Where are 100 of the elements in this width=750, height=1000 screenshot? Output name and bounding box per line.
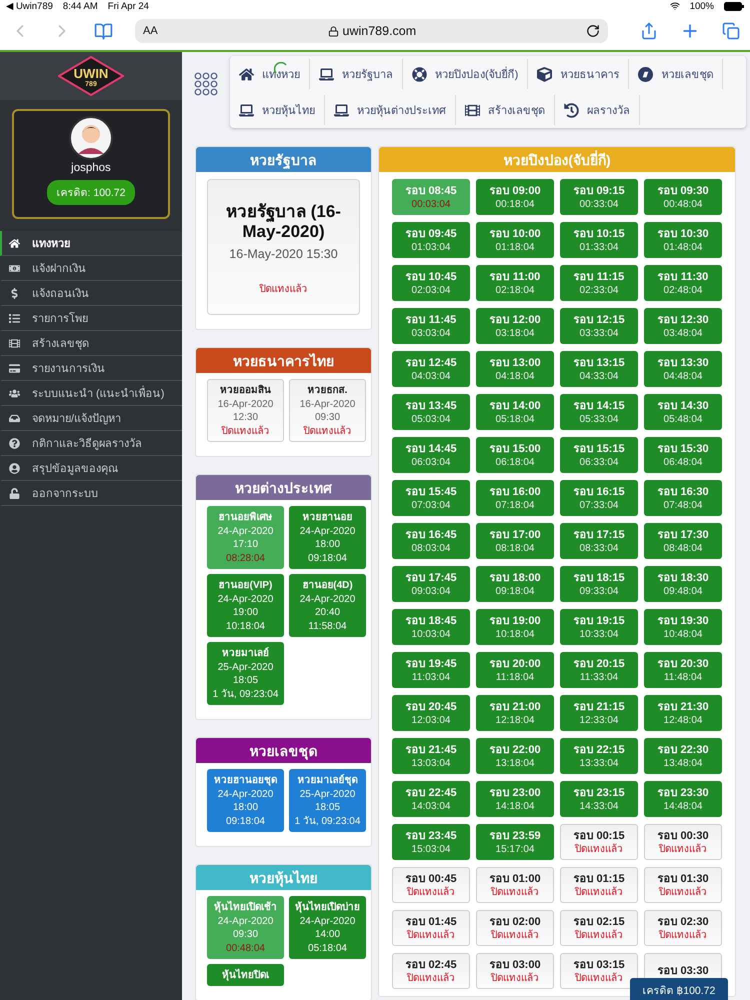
round-tile[interactable]: รอบ 11:00 02:18:04 (476, 265, 554, 301)
round-tile[interactable]: รอบ 10:45 02:03:04 (392, 265, 470, 301)
round-tile[interactable]: รอบ 20:45 12:03:04 (392, 695, 470, 731)
round-tile[interactable]: รอบ 20:15 11:33:04 (560, 652, 638, 688)
round-tile[interactable]: รอบ 14:45 06:03:04 (392, 437, 470, 473)
sidebar-item[interactable]: แจ้งฝากเงิน (0, 256, 182, 281)
round-tile[interactable]: รอบ 09:00 00:18:04 (476, 179, 554, 215)
bookmarks-icon[interactable] (94, 22, 113, 40)
round-tile[interactable]: รอบ 14:30 05:48:04 (644, 394, 722, 430)
round-tile[interactable]: รอบ 19:45 11:03:04 (392, 652, 470, 688)
round-tile[interactable]: รอบ 16:30 07:48:04 (644, 480, 722, 516)
round-tile[interactable]: รอบ 18:15 09:33:04 (560, 566, 638, 602)
lottery-tile[interactable]: หุ้นไทยเปิดบ่าย 24-Apr-2020 14:00 05:18:04 (289, 896, 366, 959)
round-tile[interactable]: รอบ 15:00 06:18:04 (476, 437, 554, 473)
round-tile[interactable]: รอบ 15:45 07:03:04 (392, 480, 470, 516)
round-tile[interactable]: รอบ 03:15 ปิดแทงแล้ว (560, 953, 638, 989)
round-tile[interactable]: รอบ 11:15 02:33:04 (560, 265, 638, 301)
round-tile[interactable]: รอบ 08:45 00:03:04 (392, 179, 470, 215)
menu-link[interactable]: หวยเลขชุด (629, 59, 724, 89)
round-tile[interactable]: รอบ 02:30 ปิดแทงแล้ว (644, 910, 722, 946)
round-tile[interactable]: รอบ 01:15 ปิดแทงแล้ว (560, 867, 638, 903)
menu-link[interactable]: สร้างเลขชุด (456, 95, 555, 125)
tabs-icon[interactable] (722, 22, 740, 40)
lottery-tile[interactable]: หุ้นไทยปิดเ (207, 964, 284, 986)
round-tile[interactable]: รอบ 02:45 ปิดแทงแล้ว (392, 953, 470, 989)
sidebar-item[interactable]: สร้างเลขชุด (0, 331, 182, 356)
round-tile[interactable]: รอบ 21:30 12:48:04 (644, 695, 722, 731)
round-tile[interactable]: รอบ 16:45 08:03:04 (392, 523, 470, 559)
round-tile[interactable]: รอบ 14:15 05:33:04 (560, 394, 638, 430)
sidebar-item[interactable]: แทงหวย (0, 231, 182, 256)
round-tile[interactable]: รอบ 13:45 05:03:04 (392, 394, 470, 430)
round-tile[interactable]: รอบ 01:45 ปิดแทงแล้ว (392, 910, 470, 946)
lottery-tile[interactable]: หวยฮานอยชุด 24-Apr-2020 18:00 09:18:04 (207, 769, 284, 832)
round-tile[interactable]: รอบ 17:45 09:03:04 (392, 566, 470, 602)
round-tile[interactable]: รอบ 10:00 01:18:04 (476, 222, 554, 258)
round-tile[interactable]: รอบ 14:00 05:18:04 (476, 394, 554, 430)
lottery-tile[interactable]: ฮานอย(4D) 24-Apr-2020 20:40 11:58:04 (289, 574, 366, 637)
round-tile[interactable]: รอบ 22:30 13:48:04 (644, 738, 722, 774)
round-tile[interactable]: รอบ 12:45 04:03:04 (392, 351, 470, 387)
round-tile[interactable]: รอบ 23:30 14:48:04 (644, 781, 722, 817)
round-tile[interactable]: รอบ 17:30 08:48:04 (644, 523, 722, 559)
round-tile[interactable]: รอบ 15:15 06:33:04 (560, 437, 638, 473)
back-to-app-link[interactable]: ◀ Uwin789 (6, 0, 53, 12)
round-tile[interactable]: รอบ 09:45 01:03:04 (392, 222, 470, 258)
round-tile[interactable]: รอบ 00:45 ปิดแทงแล้ว (392, 867, 470, 903)
round-tile[interactable]: รอบ 09:15 00:33:04 (560, 179, 638, 215)
round-tile[interactable]: รอบ 16:15 07:33:04 (560, 480, 638, 516)
round-tile[interactable]: รอบ 19:30 10:48:04 (644, 609, 722, 645)
round-tile[interactable]: รอบ 23:15 14:33:04 (560, 781, 638, 817)
round-tile[interactable]: รอบ 00:30 ปิดแทงแล้ว (644, 824, 722, 860)
round-tile[interactable]: รอบ 02:15 ปิดแทงแล้ว (560, 910, 638, 946)
address-bar[interactable]: AA uwin789.com (135, 19, 608, 43)
round-tile[interactable]: รอบ 17:00 08:18:04 (476, 523, 554, 559)
round-tile[interactable]: รอบ 11:45 03:03:04 (392, 308, 470, 344)
sidebar-item[interactable]: จดหมาย/แจ้งปัญหา (0, 406, 182, 431)
sidebar-item[interactable]: กติกาและวิธีดูผลรางวัล (0, 431, 182, 456)
menu-link[interactable]: หวยปิงปอง(จับยี่กี) (403, 59, 528, 89)
lottery-tile[interactable]: หุ้นไทยเปิดเช้า 24-Apr-2020 09:30 00:48:04 (207, 896, 284, 959)
round-tile[interactable]: รอบ 16:00 07:18:04 (476, 480, 554, 516)
round-tile[interactable]: รอบ 23:00 14:18:04 (476, 781, 554, 817)
menu-link[interactable]: ผลรางวัล (555, 95, 640, 125)
round-tile[interactable]: รอบ 13:30 04:48:04 (644, 351, 722, 387)
round-tile[interactable]: รอบ 02:00 ปิดแทงแล้ว (476, 910, 554, 946)
round-tile[interactable]: รอบ 22:45 14:03:04 (392, 781, 470, 817)
round-tile[interactable]: รอบ 19:00 10:18:04 (476, 609, 554, 645)
round-tile[interactable]: รอบ 13:15 04:33:04 (560, 351, 638, 387)
round-tile[interactable]: รอบ 20:30 11:48:04 (644, 652, 722, 688)
apps-grid-icon[interactable] (194, 72, 218, 96)
round-tile[interactable]: รอบ 10:30 01:48:04 (644, 222, 722, 258)
text-size-button[interactable]: AA (143, 25, 158, 37)
round-tile[interactable]: รอบ 18:45 10:03:04 (392, 609, 470, 645)
round-tile[interactable]: รอบ 12:15 03:33:04 (560, 308, 638, 344)
lottery-tile[interactable]: หวยมาเลย์ชุด 25-Apr-2020 18:05 1 วัน, 09:23:04 (289, 769, 366, 832)
sidebar-item[interactable]: รายงานการเงิน (0, 356, 182, 381)
sidebar-item[interactable]: ออกจากระบบ (0, 481, 182, 506)
round-tile[interactable]: รอบ 12:00 03:18:04 (476, 308, 554, 344)
lottery-tile[interactable]: หวยออมสิน 16-Apr-2020 12:30 ปิดแทงแล้ว (207, 379, 284, 442)
share-icon[interactable] (640, 22, 658, 40)
logo-drawing[interactable] (58, 56, 124, 96)
round-tile[interactable]: รอบ 01:30 ปิดแทงแล้ว (644, 867, 722, 903)
round-tile[interactable]: รอบ 23:59 15:17:04 (476, 824, 554, 860)
round-tile[interactable]: รอบ 03:00 ปิดแทงแล้ว (476, 953, 554, 989)
menu-link[interactable]: หวยหุ้นต่างประเทศ (325, 95, 456, 125)
round-tile[interactable]: รอบ 21:00 12:18:04 (476, 695, 554, 731)
round-tile[interactable]: รอบ 21:45 13:03:04 (392, 738, 470, 774)
lottery-tile[interactable]: ฮานอยพิเศษ 24-Apr-2020 17:10 08:28:04 (207, 506, 284, 569)
round-tile[interactable]: รอบ 22:00 13:18:04 (476, 738, 554, 774)
round-tile[interactable]: รอบ 12:30 03:48:04 (644, 308, 722, 344)
menu-link[interactable]: หวยหุ้นไทย (230, 95, 325, 125)
round-tile[interactable]: รอบ 18:30 09:48:04 (644, 566, 722, 602)
lottery-tile[interactable]: หวยธกส. 16-Apr-2020 09:30 ปิดแทงแล้ว (289, 379, 366, 442)
round-tile[interactable]: รอบ 00:15 ปิดแทงแล้ว (560, 824, 638, 860)
menu-link[interactable]: หวยธนาคาร (528, 59, 630, 89)
menu-link[interactable]: หวยรัฐบาล (310, 59, 403, 89)
round-tile[interactable]: รอบ 21:15 12:33:04 (560, 695, 638, 731)
round-tile[interactable]: รอบ 20:00 11:18:04 (476, 652, 554, 688)
round-tile[interactable]: รอบ 11:30 02:48:04 (644, 265, 722, 301)
menu-link[interactable]: แทงหวย (230, 59, 310, 89)
sidebar-item[interactable]: สรุปข้อมูลของคุณ (0, 456, 182, 481)
round-tile[interactable]: รอบ 18:00 09:18:04 (476, 566, 554, 602)
